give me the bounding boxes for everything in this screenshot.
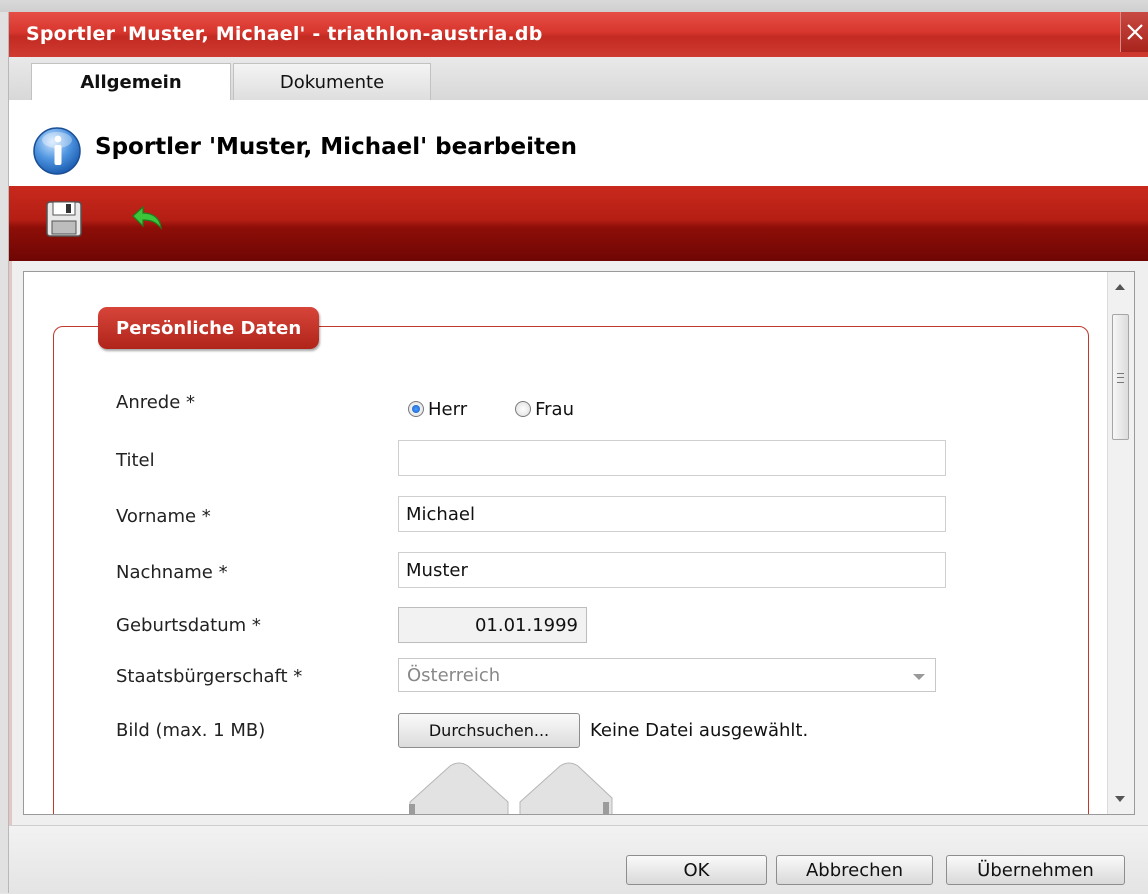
vorname-label: Vorname * bbox=[116, 506, 211, 527]
staatsbuergerschaft-value: Österreich bbox=[407, 664, 501, 686]
radio-frau[interactable] bbox=[515, 401, 532, 417]
form-content-area: Persönliche Daten Anrede * Herr Frau Tit… bbox=[23, 271, 1135, 815]
scroll-thumb[interactable] bbox=[1112, 314, 1129, 440]
staatsbuergerschaft-label: Staatsbürgerschaft * bbox=[116, 666, 303, 687]
titel-label: Titel bbox=[116, 450, 155, 471]
nachname-input[interactable]: Muster bbox=[398, 552, 946, 588]
close-icon bbox=[1127, 24, 1143, 40]
ok-button[interactable]: OK bbox=[626, 855, 767, 885]
apply-button[interactable]: Übernehmen bbox=[946, 855, 1125, 885]
bild-label: Bild (max. 1 MB) bbox=[116, 720, 266, 741]
radio-frau-label[interactable]: Frau bbox=[535, 399, 574, 420]
fieldset-legend: Persönliche Daten bbox=[98, 307, 320, 349]
toolbar bbox=[9, 186, 1148, 261]
tab-dokumente[interactable]: Dokumente bbox=[233, 63, 431, 100]
tab-strip: Allgemein Dokumente bbox=[9, 57, 1148, 101]
anrede-radio-group: Herr Frau bbox=[408, 396, 574, 422]
tab-allgemein[interactable]: Allgemein bbox=[31, 63, 231, 100]
radio-herr-label[interactable]: Herr bbox=[428, 399, 467, 420]
back-arrow-icon[interactable] bbox=[127, 202, 167, 236]
close-button[interactable] bbox=[1120, 12, 1148, 52]
scroll-up-icon[interactable] bbox=[1115, 284, 1125, 290]
browse-button[interactable]: Durchsuchen... bbox=[398, 713, 580, 748]
info-icon bbox=[33, 127, 81, 175]
page-title: Sportler 'Muster, Michael' bearbeiten bbox=[95, 134, 577, 160]
image-placeholder-icon bbox=[409, 762, 613, 814]
geburtsdatum-label: Geburtsdatum * bbox=[116, 615, 261, 636]
grip-icon bbox=[1117, 373, 1124, 383]
save-icon[interactable] bbox=[44, 199, 84, 239]
radio-herr[interactable] bbox=[408, 401, 424, 417]
window-title: Sportler 'Muster, Michael' - triathlon-a… bbox=[26, 23, 543, 45]
backdrop bbox=[0, 0, 1148, 12]
vertical-scrollbar[interactable] bbox=[1107, 272, 1134, 814]
titel-input[interactable] bbox=[398, 440, 946, 476]
chevron-down-icon bbox=[913, 674, 925, 680]
staatsbuergerschaft-select[interactable]: Österreich bbox=[398, 658, 936, 692]
backdrop-left bbox=[0, 12, 8, 893]
cancel-button[interactable]: Abbrechen bbox=[776, 855, 933, 885]
edit-athlete-dialog: Sportler 'Muster, Michael' - triathlon-a… bbox=[8, 12, 1148, 894]
anrede-label: Anrede * bbox=[116, 392, 196, 413]
geburtsdatum-input[interactable]: 01.01.1999 bbox=[398, 607, 587, 643]
vorname-input[interactable]: Michael bbox=[398, 496, 946, 532]
dialog-footer: OK Abbrechen Übernehmen bbox=[9, 825, 1148, 894]
nachname-label: Nachname * bbox=[116, 562, 228, 583]
scroll-down-icon[interactable] bbox=[1115, 796, 1125, 802]
file-status-text: Keine Datei ausgewählt. bbox=[590, 720, 809, 741]
title-bar[interactable]: Sportler 'Muster, Michael' - triathlon-a… bbox=[9, 12, 1148, 57]
